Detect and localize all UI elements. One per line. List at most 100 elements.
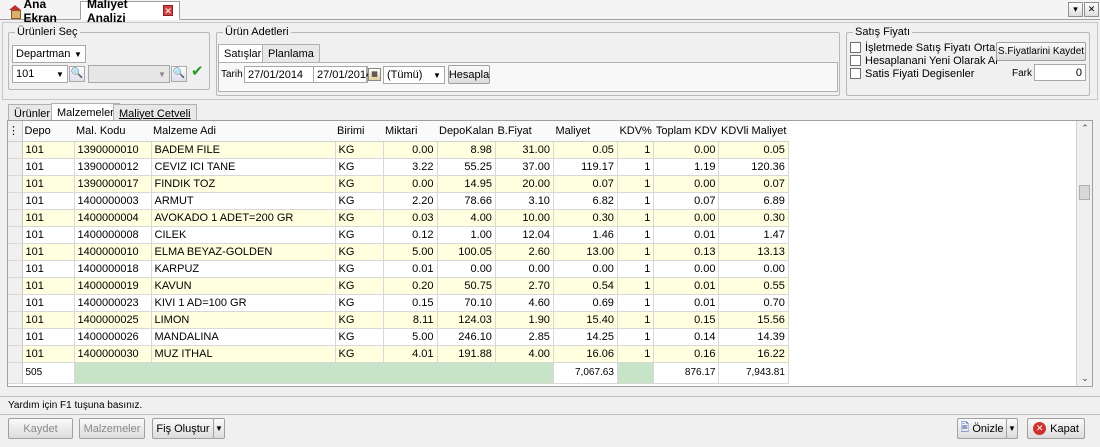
save-prices-button[interactable]: S.Fiyatlarini Kaydet <box>996 42 1086 61</box>
table-cell[interactable]: 0.00 <box>653 175 720 193</box>
table-row[interactable]: 101 1400000030 MUZ ITHAL KG 4.01 191.88 4.00 16… <box>8 345 789 363</box>
row-indicator[interactable] <box>8 345 23 363</box>
col-kdv-yuzde[interactable]: KDV% <box>617 121 654 142</box>
table-cell[interactable]: 1400000023 <box>74 294 152 312</box>
table-cell[interactable]: 101 <box>22 328 75 346</box>
table-cell[interactable]: 4.00 <box>495 345 554 363</box>
tab-maliyet-analizi[interactable]: Maliyet Analizi ✕ <box>80 0 180 25</box>
table-cell[interactable]: MUZ ITHAL <box>151 345 336 363</box>
tab-list-dropdown-icon[interactable]: ▾ <box>1068 2 1083 17</box>
table-cell[interactable]: 78.66 <box>437 192 496 210</box>
table-cell[interactable]: 1400000026 <box>74 328 152 346</box>
table-cell[interactable]: 15.40 <box>553 311 618 329</box>
table-cell[interactable]: 2.85 <box>495 328 554 346</box>
check-isletmede-ortak[interactable]: İşletmede Satış Fiyatı Ortak <box>850 41 1001 54</box>
table-cell[interactable]: 0.05 <box>718 141 789 159</box>
table-cell[interactable]: 0.00 <box>553 260 618 278</box>
table-cell[interactable]: 0.07 <box>653 192 720 210</box>
table-row[interactable]: 101 1390000010 BADEM FILE KG 0.00 8.98 31.00 0.… <box>8 141 789 159</box>
table-cell[interactable]: 101 <box>22 294 75 312</box>
table-cell[interactable]: 0.20 <box>383 277 438 295</box>
table-cell[interactable]: 0.15 <box>653 311 720 329</box>
row-indicator[interactable] <box>8 141 23 159</box>
table-cell[interactable]: 1400000004 <box>74 209 152 227</box>
table-cell[interactable]: 1 <box>617 175 655 193</box>
close-window-icon[interactable]: ✕ <box>1084 2 1099 17</box>
table-cell[interactable]: 101 <box>22 158 75 176</box>
col-depokalan[interactable]: DepoKalan <box>437 121 496 142</box>
table-cell[interactable]: 5.00 <box>383 243 438 261</box>
selection-type-select[interactable]: Departman ▼ <box>12 45 86 63</box>
table-cell[interactable]: KG <box>335 243 384 261</box>
table-cell[interactable]: 0.07 <box>553 175 618 193</box>
table-cell[interactable]: 246.10 <box>437 328 496 346</box>
table-cell[interactable]: 1.90 <box>495 311 554 329</box>
table-cell[interactable]: KG <box>335 192 384 210</box>
table-cell[interactable]: 124.03 <box>437 311 496 329</box>
table-cell[interactable]: 0.15 <box>383 294 438 312</box>
table-cell[interactable]: ELMA BEYAZ-GOLDEN <box>151 243 336 261</box>
table-cell[interactable]: CEVIZ ICI TANE <box>151 158 336 176</box>
table-cell[interactable]: 1400000030 <box>74 345 152 363</box>
col-mal-kodu[interactable]: Mal. Kodu <box>74 121 151 142</box>
table-cell[interactable]: 1 <box>617 243 655 261</box>
table-row[interactable]: 101 1400000003 ARMUT KG 2.20 78.66 3.10 6.82 1 0.… <box>8 192 789 210</box>
table-cell[interactable]: 16.22 <box>718 345 789 363</box>
table-cell[interactable]: 0.00 <box>495 260 554 278</box>
table-cell[interactable]: 0.00 <box>653 260 720 278</box>
table-cell[interactable]: 191.88 <box>437 345 496 363</box>
column-chooser-icon[interactable]: ⋮ <box>8 121 23 142</box>
table-cell[interactable]: 0.30 <box>553 209 618 227</box>
table-cell[interactable]: KG <box>335 158 384 176</box>
table-cell[interactable]: 20.00 <box>495 175 554 193</box>
table-cell[interactable]: 1 <box>617 141 655 159</box>
table-cell[interactable]: 0.00 <box>437 260 496 278</box>
table-cell[interactable]: KG <box>335 141 384 159</box>
confirm-check-icon[interactable]: ✔ <box>191 64 207 80</box>
table-cell[interactable]: 1390000010 <box>74 141 152 159</box>
sales-filter-select[interactable]: (Tümü) ▼ <box>383 66 445 84</box>
hesapla-button[interactable]: Hesapla <box>448 65 490 84</box>
table-cell[interactable]: KARPUZ <box>151 260 336 278</box>
table-cell[interactable]: 0.01 <box>383 260 438 278</box>
table-cell[interactable]: 4.00 <box>437 209 496 227</box>
row-indicator[interactable] <box>8 243 23 261</box>
col-malzeme-adi[interactable]: Malzeme Adi <box>151 121 335 142</box>
table-row[interactable]: 101 1400000004 AVOKADO 1 ADET=200 GR KG 0.03… <box>8 209 789 227</box>
row-indicator[interactable] <box>8 158 23 176</box>
table-cell[interactable]: 1400000019 <box>74 277 152 295</box>
row-indicator[interactable] <box>8 226 23 244</box>
table-cell[interactable]: 101 <box>22 175 75 193</box>
table-cell[interactable]: 101 <box>22 277 75 295</box>
checkbox[interactable] <box>850 55 861 66</box>
table-cell[interactable]: 0.00 <box>383 175 438 193</box>
table-cell[interactable]: 1 <box>617 277 655 295</box>
table-cell[interactable]: 50.75 <box>437 277 496 295</box>
tab-satislar[interactable]: Satışlar <box>218 44 268 63</box>
row-indicator[interactable] <box>8 209 23 227</box>
table-cell[interactable]: 101 <box>22 226 75 244</box>
table-cell[interactable]: 1400000003 <box>74 192 152 210</box>
table-cell[interactable]: 101 <box>22 260 75 278</box>
table-cell[interactable]: 0.12 <box>383 226 438 244</box>
table-cell[interactable]: 1 <box>617 226 655 244</box>
scroll-up-icon[interactable]: ⌃ <box>1077 123 1092 134</box>
table-cell[interactable]: 0.07 <box>718 175 789 193</box>
table-cell[interactable]: KG <box>335 209 384 227</box>
table-cell[interactable]: 0.03 <box>383 209 438 227</box>
table-cell[interactable]: 101 <box>22 192 75 210</box>
table-cell[interactable]: 1.00 <box>437 226 496 244</box>
table-cell[interactable]: 14.25 <box>553 328 618 346</box>
tab-planlama[interactable]: Planlama <box>262 44 320 62</box>
table-cell[interactable]: CILEK <box>151 226 336 244</box>
table-cell[interactable]: 1 <box>617 311 655 329</box>
table-cell[interactable]: 4.01 <box>383 345 438 363</box>
table-cell[interactable]: FINDIK TOZ <box>151 175 336 193</box>
table-cell[interactable]: KG <box>335 294 384 312</box>
table-cell[interactable]: 0.01 <box>653 294 720 312</box>
date-to-field[interactable]: 27/01/2014 <box>313 66 372 83</box>
table-cell[interactable]: 0.01 <box>653 277 720 295</box>
table-cell[interactable]: 8.98 <box>437 141 496 159</box>
table-cell[interactable]: 1400000010 <box>74 243 152 261</box>
table-cell[interactable]: 31.00 <box>495 141 554 159</box>
